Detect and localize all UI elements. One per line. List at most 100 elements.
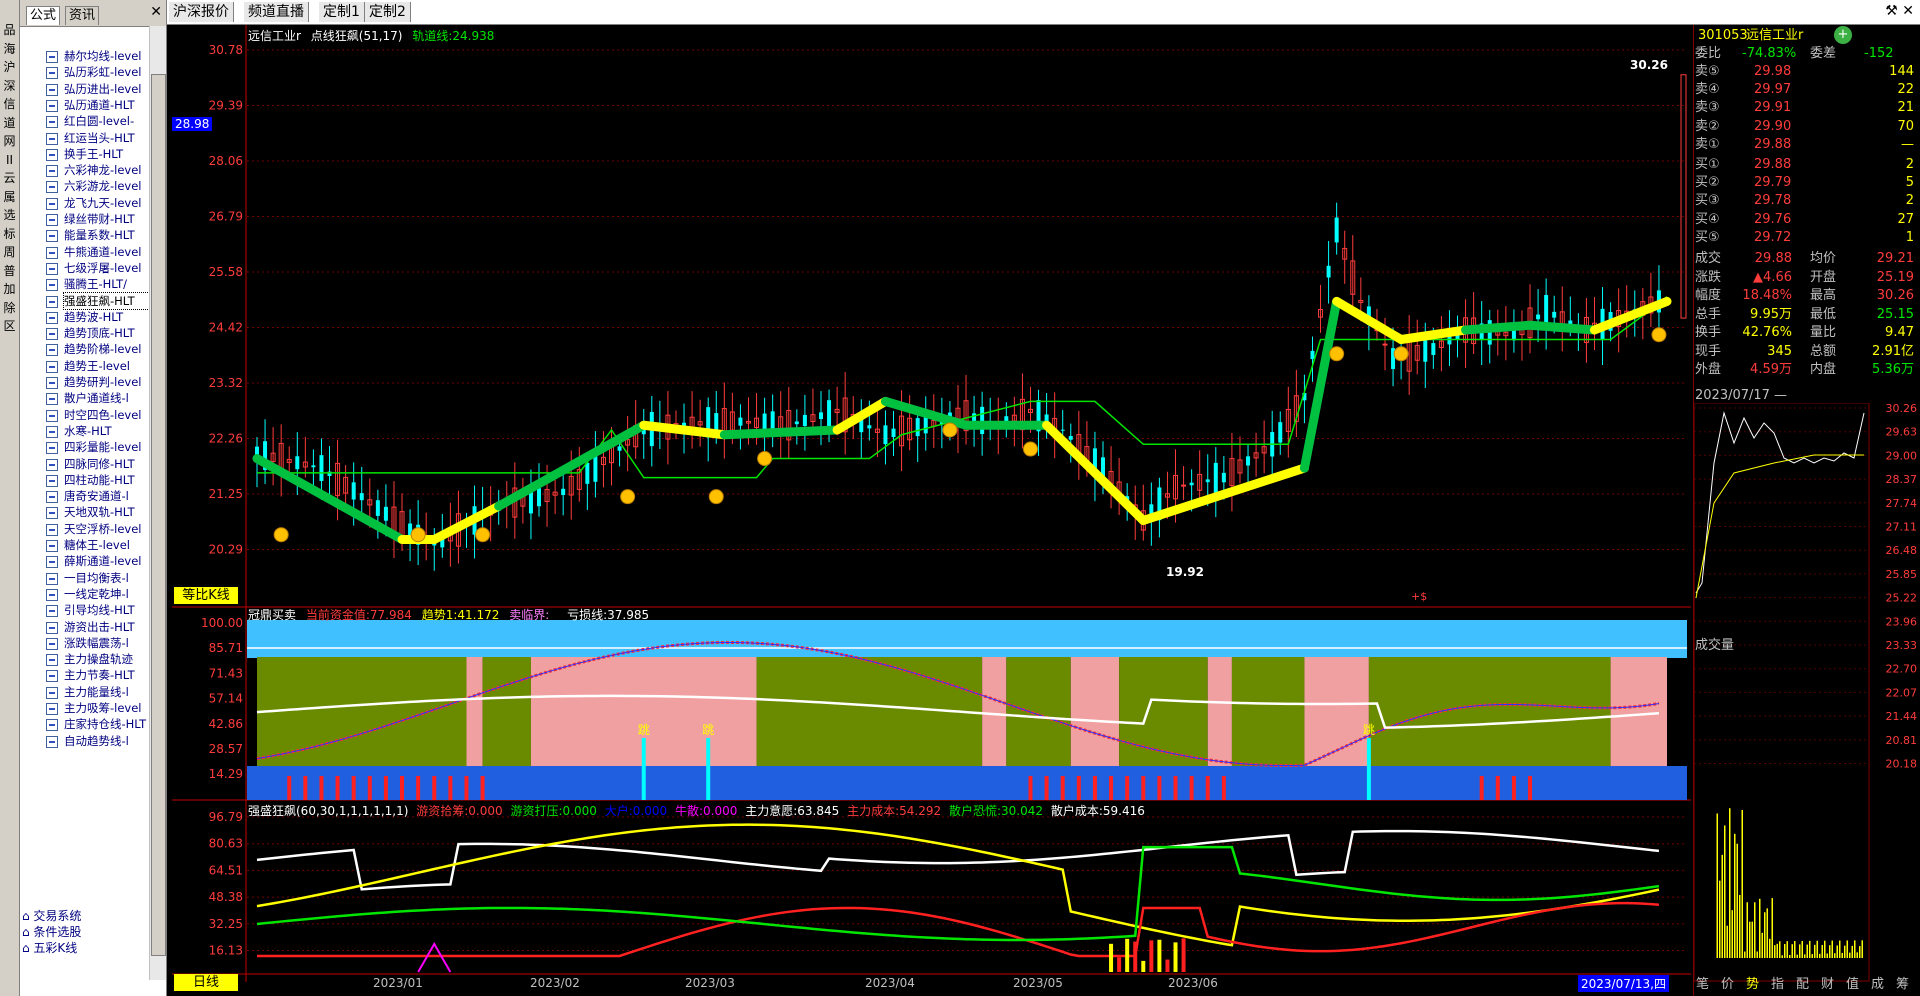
scrollbar-thumb[interactable] xyxy=(151,74,166,956)
formula-item[interactable]: 绿丝带财-HLT xyxy=(64,211,149,227)
tab-7[interactable]: 成 xyxy=(1871,975,1884,995)
formula-item[interactable]: 龙飞九天-level xyxy=(64,195,149,211)
formula-item[interactable]: 趋势研判-level xyxy=(64,374,149,390)
tab-custom1[interactable]: 定制1 xyxy=(319,2,365,22)
strip-button-0[interactable]: 品 xyxy=(1,22,18,39)
formula-item[interactable]: 七级浮屠-level xyxy=(64,260,149,276)
strip-button-14[interactable]: 加 xyxy=(1,281,18,298)
tab-8[interactable]: 筹 xyxy=(1896,975,1909,995)
stat-value: 4.59万 xyxy=(1750,362,1792,377)
formula-item[interactable]: 散户通道线-l xyxy=(64,390,149,406)
quote-panel: 301053 远信工业r + 委比 -74.83% 委差 -152 卖⑤ 29.98 144 卖④ 2… xyxy=(1693,25,1920,996)
strip-button-1[interactable]: 海 xyxy=(1,41,18,58)
formula-item[interactable]: 时空四色-level xyxy=(64,407,149,423)
formula-item-icon xyxy=(46,181,58,194)
formula-item[interactable]: 糖体王-level xyxy=(64,537,149,553)
strip-button-2[interactable]: 沪 xyxy=(1,59,18,76)
bid-volume: 5 xyxy=(1905,175,1914,191)
tree-node[interactable]: ⌂ 交易系统 xyxy=(22,908,81,924)
kline-mode-button[interactable]: 等比K线 xyxy=(174,587,238,604)
formula-item[interactable]: 红运当头-HLT xyxy=(64,130,149,146)
formula-item[interactable]: 弘历彩虹-level xyxy=(64,64,149,80)
period-button[interactable]: 日线 xyxy=(174,974,238,991)
formula-item[interactable]: 能量系数-HLT xyxy=(64,227,149,243)
strip-button-11[interactable]: 标 xyxy=(1,226,18,243)
tab-info[interactable]: 资讯 xyxy=(65,6,100,25)
tab-0[interactable]: 笔 xyxy=(1696,975,1709,995)
formula-item[interactable]: 四脉同修-HLT xyxy=(64,456,149,472)
tab-3[interactable]: 指 xyxy=(1771,975,1784,995)
formula-item[interactable]: 主力吸筹-level xyxy=(64,700,149,716)
formula-item[interactable]: 水寒-HLT xyxy=(64,423,149,439)
tab-live[interactable]: 频道直播 xyxy=(244,2,309,22)
formula-list-scrollbar[interactable] xyxy=(149,26,166,980)
formula-item[interactable]: 趋势波-HLT xyxy=(64,309,149,325)
formula-item[interactable]: 一目均衡表-l xyxy=(64,570,149,586)
strip-button-13[interactable]: 普 xyxy=(1,263,18,280)
formula-item[interactable]: 趋势顶底-HLT xyxy=(64,325,149,341)
formula-item[interactable]: 唐奇安通道-l xyxy=(64,488,149,504)
formula-item[interactable]: 薛斯通道-level xyxy=(64,553,149,569)
strip-button-7[interactable]: II xyxy=(1,152,18,169)
chart-area[interactable]: 30.78 29.39 28.06 26.79 25.58 24.42 23.32 22.26… xyxy=(172,25,1691,982)
formula-item-icon xyxy=(46,67,58,80)
formula-item[interactable]: 游资出击-HLT xyxy=(64,619,149,635)
strip-button-16[interactable]: 区 xyxy=(1,318,18,335)
formula-item[interactable]: 一线定乾坤-l xyxy=(64,586,149,602)
tab-6[interactable]: 值 xyxy=(1846,975,1859,995)
formula-item[interactable]: 庄家持仓线-HLT xyxy=(64,716,149,732)
tab-1[interactable]: 价 xyxy=(1721,975,1734,995)
volume-bar xyxy=(1756,951,1758,958)
top-tab-bar: 沪深报价 频道直播 定制1 定制2 ⚒ ✕ xyxy=(167,0,1920,25)
stat-value: 18.48% xyxy=(1742,288,1792,303)
formula-item[interactable]: 换手王-HLT xyxy=(64,146,149,162)
formula-item[interactable]: 六彩神龙-level xyxy=(64,162,149,178)
tab-5[interactable]: 财 xyxy=(1821,975,1834,995)
formula-item[interactable]: 强盛狂飙-HLT xyxy=(63,291,150,310)
close-icon[interactable]: ✕ xyxy=(150,4,162,20)
formula-item[interactable]: 牛熊通道-level xyxy=(64,244,149,260)
strip-button-4[interactable]: 信 xyxy=(1,96,18,113)
formula-item[interactable]: 赫尔均线-level xyxy=(64,48,149,64)
tree-node[interactable]: ⌂ 五彩K线 xyxy=(22,940,77,956)
formula-item[interactable]: 主力能量线-l xyxy=(64,684,149,700)
strip-button-6[interactable]: 网 xyxy=(1,133,18,150)
tab-formula[interactable]: 公式 xyxy=(26,6,61,25)
formula-item[interactable]: 弘历进出-level xyxy=(64,81,149,97)
formula-item[interactable]: 引导均线-HLT xyxy=(64,602,149,618)
add-icon[interactable]: + xyxy=(1834,26,1852,44)
tab-4[interactable]: 配 xyxy=(1796,975,1809,995)
formula-item[interactable]: 四彩量能-level xyxy=(64,439,149,455)
formula-item[interactable]: 主力节奏-HLT xyxy=(64,667,149,683)
formula-item[interactable]: 涨跌幅震荡-l xyxy=(64,635,149,651)
volume-bar xyxy=(1761,932,1763,958)
formula-item-icon xyxy=(46,132,58,145)
candle-body xyxy=(375,500,380,516)
formula-item[interactable]: 弘历通道-HLT xyxy=(64,97,149,113)
strip-button-10[interactable]: 选 xyxy=(1,207,18,224)
formula-item[interactable]: 四柱动能-HLT xyxy=(64,472,149,488)
wb-value: -74.83% xyxy=(1742,46,1797,61)
strip-button-12[interactable]: 周 xyxy=(1,244,18,261)
window-controls[interactable]: ⚒ ✕ xyxy=(1885,3,1914,19)
strip-button-15[interactable]: 除 xyxy=(1,300,18,317)
formula-item[interactable]: 天空浮桥-level xyxy=(64,521,149,537)
tab-2[interactable]: 势 xyxy=(1746,975,1759,995)
intraday-chart[interactable]: 30.26 29.63 29.00 28.37 27.74 27.11 26.48 25.85… xyxy=(1694,403,1920,996)
formula-item[interactable]: 趋势王-level xyxy=(64,358,149,374)
formula-item[interactable]: 自动趋势线-l xyxy=(64,733,149,749)
strip-button-3[interactable]: 深 xyxy=(1,78,18,95)
strip-button-5[interactable]: 道 xyxy=(1,115,18,132)
jump-label: 跳 xyxy=(638,723,650,737)
formula-item[interactable]: 红白圆-level- xyxy=(64,113,149,129)
strip-button-8[interactable]: 云 xyxy=(1,170,18,187)
formula-item[interactable]: 趋势阶梯-level xyxy=(64,341,149,357)
formula-item[interactable]: 六彩游龙-level xyxy=(64,178,149,194)
formula-item[interactable]: 主力操盘轨迹 xyxy=(64,651,149,667)
tab-quotes[interactable]: 沪深报价 xyxy=(169,2,234,22)
strip-button-9[interactable]: 属 xyxy=(1,189,18,206)
tree-node[interactable]: ⌂ 条件选股 xyxy=(22,924,81,940)
formula-item[interactable]: 天地双轨-HLT xyxy=(64,504,149,520)
tab-custom2[interactable]: 定制2 xyxy=(365,2,411,22)
formula-item[interactable]: 骚腾王-HLT/ xyxy=(64,276,149,292)
